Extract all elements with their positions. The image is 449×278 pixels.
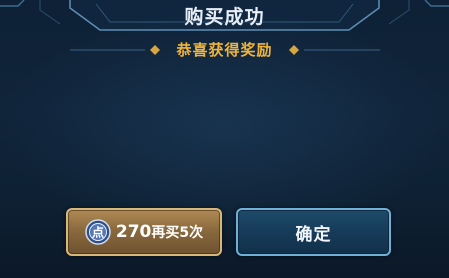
buy-again-label: 再买5次 — [151, 225, 204, 241]
confirm-button[interactable]: 确定 — [236, 208, 391, 256]
buy-again-button[interactable]: 点 270 再买5次 — [66, 208, 222, 256]
dialog-title: 购买成功 — [184, 6, 265, 28]
point-coin-icon: 点 — [85, 219, 111, 245]
confirm-label: 确定 — [295, 224, 332, 245]
buy-again-price: 270 — [115, 222, 152, 242]
svg-text:点: 点 — [92, 225, 104, 240]
reward-subtitle: 恭喜获得奖励 — [176, 41, 273, 59]
